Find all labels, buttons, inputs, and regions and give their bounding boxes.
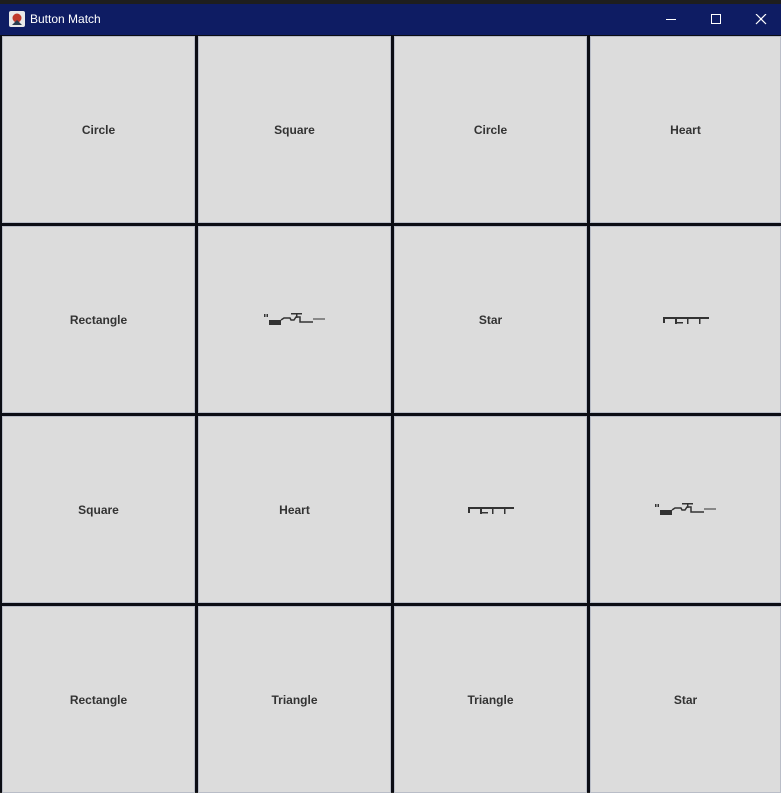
grid-button[interactable] xyxy=(590,416,781,603)
minimize-icon xyxy=(666,19,676,20)
button-label: Star xyxy=(673,692,698,707)
button-label: Triangle xyxy=(271,692,318,707)
garbled-glyph-icon xyxy=(467,506,514,514)
button-label: Rectangle xyxy=(69,312,128,327)
button-label: Triangle xyxy=(467,692,514,707)
grid-button[interactable]: Rectangle xyxy=(2,606,195,793)
grid-button[interactable]: Triangle xyxy=(198,606,391,793)
button-label: Circle xyxy=(81,122,116,137)
minimize-button[interactable] xyxy=(648,4,694,35)
grid-button[interactable]: Star xyxy=(590,606,781,793)
grid-button[interactable]: Square xyxy=(2,416,195,603)
window-title: Button Match xyxy=(30,12,101,26)
button-label: Rectangle xyxy=(69,692,128,707)
garbled-glyph-icon xyxy=(263,312,325,325)
button-label: Heart xyxy=(279,502,310,517)
grid-button[interactable] xyxy=(198,226,391,413)
button-label: Star xyxy=(478,312,503,327)
button-label: Square xyxy=(78,502,119,517)
grid-button[interactable]: Circle xyxy=(2,36,195,223)
grid-button[interactable] xyxy=(590,226,781,413)
grid-button[interactable]: Circle xyxy=(394,36,587,223)
button-label: Heart xyxy=(670,122,701,137)
grid-button[interactable]: Rectangle xyxy=(2,226,195,413)
close-icon xyxy=(755,14,767,25)
grid-button[interactable]: Star xyxy=(394,226,587,413)
maximize-button[interactable] xyxy=(693,4,739,35)
title-bar[interactable]: Button Match xyxy=(0,4,781,35)
button-grid: Circle Square Circle Heart Rectangle Sta… xyxy=(0,35,781,793)
java-app-icon xyxy=(9,11,25,27)
grid-button[interactable]: Heart xyxy=(590,36,781,223)
button-label: Square xyxy=(274,122,315,137)
garbled-glyph-icon xyxy=(662,316,709,324)
grid-button[interactable]: Triangle xyxy=(394,606,587,793)
button-label: Circle xyxy=(473,122,508,137)
close-button[interactable] xyxy=(738,4,781,35)
app-window: Button Match Circle Square Circle Heart … xyxy=(0,4,781,793)
grid-button[interactable] xyxy=(394,416,587,603)
maximize-icon xyxy=(711,14,721,24)
grid-button[interactable]: Heart xyxy=(198,416,391,603)
garbled-glyph-icon xyxy=(654,502,716,515)
grid-button[interactable]: Square xyxy=(198,36,391,223)
